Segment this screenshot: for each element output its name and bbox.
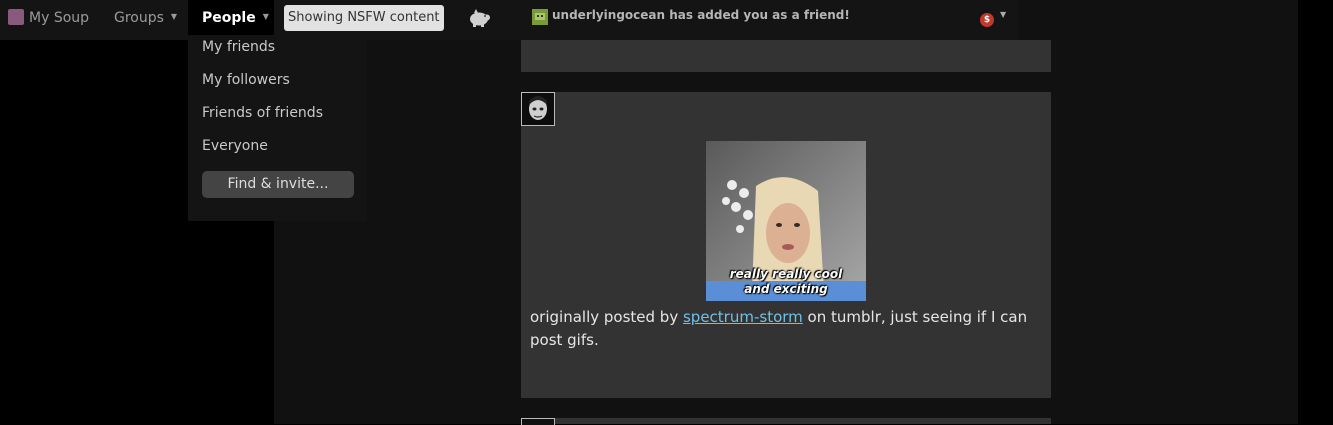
nav-groups[interactable]: Groups ▼ — [114, 0, 177, 37]
gif-caption-line-1: really really cool — [729, 267, 843, 281]
top-navigation: My Soup Groups ▼ People ▼ Showing NSFW con… — [0, 0, 520, 40]
notification-bar: underlyingocean has added you as a frien… — [520, 0, 1018, 40]
nav-groups-label: Groups — [114, 10, 164, 26]
dollar-badge-icon[interactable]: $ — [980, 13, 994, 27]
user-avatar-icon — [532, 9, 548, 25]
post-gif-image[interactable]: really really cool and exciting — [706, 141, 866, 301]
nav-my-soup-label: My Soup — [29, 10, 90, 26]
find-invite-button[interactable]: Find & invite... — [202, 171, 354, 198]
nav-people-label: People — [202, 10, 256, 26]
pig-icon[interactable] — [466, 8, 492, 28]
caret-down-icon: ▼ — [170, 12, 178, 21]
post-previous — [521, 40, 1051, 72]
menu-item-my-followers[interactable]: My followers — [202, 72, 290, 88]
nsfw-toggle[interactable]: Showing NSFW content — [284, 5, 444, 31]
menu-item-everyone[interactable]: Everyone — [202, 138, 268, 154]
nav-people[interactable]: People ▼ — [188, 0, 274, 35]
post-text-before: originally posted by — [530, 308, 679, 326]
menu-item-my-friends[interactable]: My friends — [202, 39, 275, 55]
caret-down-icon: ▼ — [262, 12, 269, 21]
gif-caption: really really cool and exciting — [706, 267, 866, 297]
post-body: originally posted by spectrum-storm on t… — [530, 306, 1050, 352]
soup-logo-icon — [8, 9, 24, 25]
nav-my-soup[interactable]: My Soup — [8, 0, 89, 37]
post-avatar[interactable] — [521, 92, 555, 126]
post-next — [521, 418, 1051, 425]
people-dropdown: My friends My followers Friends of frien… — [188, 35, 367, 221]
menu-item-friends-of-friends[interactable]: Friends of friends — [202, 105, 323, 121]
notification-text[interactable]: underlyingocean has added you as a frien… — [552, 8, 850, 22]
right-margin — [1298, 0, 1333, 424]
source-link[interactable]: spectrum-storm — [683, 308, 803, 326]
post: really really cool and exciting original… — [521, 92, 1051, 398]
gif-caption-line-2: and exciting — [744, 282, 828, 296]
caret-down-icon[interactable]: ▼ — [1000, 10, 1006, 19]
